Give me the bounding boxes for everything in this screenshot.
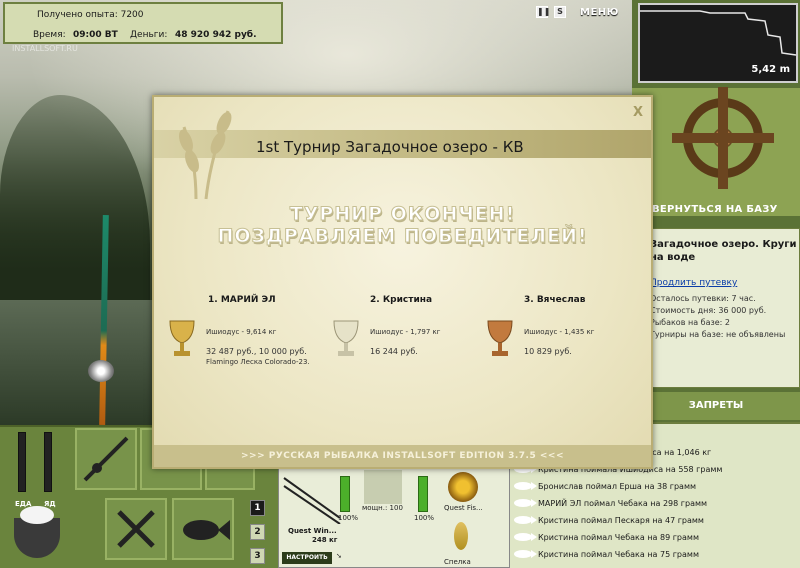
winner-fish: Ишиодус - 1,797 кг xyxy=(370,328,441,336)
xp-text: Получено опыта: 7200 xyxy=(37,10,144,20)
spoon-lure-icon[interactable] xyxy=(454,522,468,550)
tournament-results-dialog: X 1st Турнир Загадочное озеро - КВ ТУРНИ… xyxy=(152,95,653,469)
tab-1[interactable]: 1 xyxy=(250,500,265,516)
tab-2[interactable]: 2 xyxy=(250,524,265,540)
winner-name: 1. МАРИЙ ЭЛ xyxy=(208,295,276,305)
log-text: Кристина поймал Чебака на 89 грамм xyxy=(538,532,699,542)
rod-weight: 248 кг xyxy=(312,536,338,544)
log-entry: МАРИЙ ЭЛ поймал Чебака на 298 грамм xyxy=(514,495,707,511)
money-label: Деньги: xyxy=(130,30,168,40)
day-cost: Стоимость дня: 36 000 руб. xyxy=(650,306,767,315)
rod-tool-button[interactable] xyxy=(75,428,137,490)
time-label: Время: xyxy=(33,30,66,40)
winner-extra: Flamingo Леска Colorado-23. xyxy=(206,358,310,366)
winner-name: 3. Вячеслав xyxy=(524,295,586,305)
winner-prize: 32 487 руб., 10 000 руб. xyxy=(206,347,307,356)
headline-congrats: ПОЗДРАВЛЯЕМ ПОБЕДИТЕЛЕЙ! xyxy=(217,225,588,248)
dialog-title: 1st Турнир Загадочное озеро - КВ xyxy=(256,138,524,156)
log-text: Кристина поймал Чебака на 75 грамм xyxy=(538,549,699,559)
winner-fish: Ишиодус - 1,435 кг xyxy=(524,328,595,336)
return-to-base-button[interactable]: ВЕРНУТЬСЯ НА БАЗУ xyxy=(632,198,800,222)
winner-prize: 10 829 руб. xyxy=(524,347,572,356)
depth-value: 5,42 m xyxy=(751,64,790,75)
log-entry: Кристина поймал Пескаря на 47 грамм xyxy=(514,512,704,528)
top-controls: ❚❚ S МЕНЮ xyxy=(536,6,619,18)
log-entry: Кристина поймал Чебака на 89 грамм xyxy=(514,529,699,545)
winner-name: 2. Кристина xyxy=(370,295,433,305)
log-text: Кристина поймал Пескаря на 47 грамм xyxy=(538,515,704,525)
reel-power-text: мощн.: 100 xyxy=(362,504,403,512)
lure-name: Quest Fis... xyxy=(444,504,483,512)
watermark: INSTALLSOFT.RU xyxy=(12,44,78,53)
bronze-cup-icon xyxy=(487,320,513,356)
food-bar xyxy=(18,432,26,492)
rod-name: Quest Win... xyxy=(288,527,337,535)
log-entry: Кристина поймал Чебака на 75 грамм xyxy=(514,546,699,562)
food-tool-button[interactable] xyxy=(105,498,167,560)
log-text: Бронислав поймал Ерша на 38 грамм xyxy=(538,481,697,491)
sound-icon[interactable]: S xyxy=(554,6,566,18)
winner-2: 2. Кристина Ишиодус - 1,797 кг 16 244 ру… xyxy=(330,295,490,375)
ship-wheel-icon[interactable] xyxy=(672,87,774,189)
lake-title: Загадочное озеро. Круги на воде xyxy=(650,239,797,263)
log-text: МАРИЙ ЭЛ поймал Чебака на 298 грамм xyxy=(538,498,708,508)
menu-button[interactable]: МЕНЮ xyxy=(580,7,619,18)
time-value: 09:00 ВТ xyxy=(73,30,118,40)
anglers-count: Рыбаков на базе: 2 xyxy=(650,318,730,327)
extend-permit-link[interactable]: Продлить путевку xyxy=(650,278,737,288)
wheat-icon xyxy=(179,110,232,200)
pause-icon[interactable]: ❚❚ xyxy=(536,6,550,18)
permit-remaining: Осталось путевки: 7 час. xyxy=(650,294,756,303)
rod-equipment-icon[interactable] xyxy=(282,470,342,524)
winner-prize: 16 244 руб. xyxy=(370,347,418,356)
fish-tool-button[interactable] xyxy=(172,498,234,560)
reel-equipment-icon[interactable] xyxy=(364,470,402,504)
rod-durability-text: 100% xyxy=(338,514,359,522)
fish-icon xyxy=(514,482,537,490)
winner-3: 3. Вячеслав Ишиодус - 1,435 кг 10 829 ру… xyxy=(484,295,644,375)
cutlery-icon xyxy=(117,510,155,548)
fish-icon xyxy=(514,516,537,524)
reel-icon[interactable] xyxy=(88,360,114,382)
headline-finished: ТУРНИР ОКОНЧЕН! xyxy=(289,203,516,226)
silver-cup-icon xyxy=(333,320,359,356)
arrow-down-icon[interactable]: ➘ xyxy=(336,552,342,560)
fish-icon xyxy=(183,520,230,540)
fish-icon xyxy=(514,499,537,507)
tab-3[interactable]: 3 xyxy=(250,548,265,564)
line-spool-icon[interactable] xyxy=(448,472,478,502)
depth-chart: 5,42 m xyxy=(638,3,798,83)
winner-fish: Ишиодус - 9,614 кг xyxy=(206,328,277,336)
close-button[interactable]: X xyxy=(633,105,643,120)
rod-durability-bar xyxy=(340,476,350,512)
bans-button[interactable]: ЗАПРЕТЫ xyxy=(632,392,800,420)
player-info-panel: Получено опыта: 7200 Время: 09:00 ВТ Ден… xyxy=(3,2,283,44)
tournaments-status: Турниры на базе: не объявлены xyxy=(650,330,786,339)
rod-icon xyxy=(83,436,129,482)
spoon-name: Спелка xyxy=(444,558,471,566)
reel-durability-bar xyxy=(418,476,428,512)
poison-bar xyxy=(44,432,52,492)
money-value: 48 920 942 руб. xyxy=(175,30,257,40)
gold-cup-icon xyxy=(169,320,195,356)
log-entry: Бронислав поймал Ерша на 38 грамм xyxy=(514,478,696,494)
version-footer: >>> РУССКАЯ РЫБАЛКА INSTALLSOFT EDITION … xyxy=(154,445,651,467)
fish-icon xyxy=(514,550,537,558)
fish-icon xyxy=(514,533,537,541)
reel-durability-text: 100% xyxy=(414,514,435,522)
winner-1: 1. МАРИЙ ЭЛ Ишиодус - 9,614 кг 32 487 ру… xyxy=(166,295,326,375)
tune-button[interactable]: НАСТРОИТЬ xyxy=(282,552,332,564)
